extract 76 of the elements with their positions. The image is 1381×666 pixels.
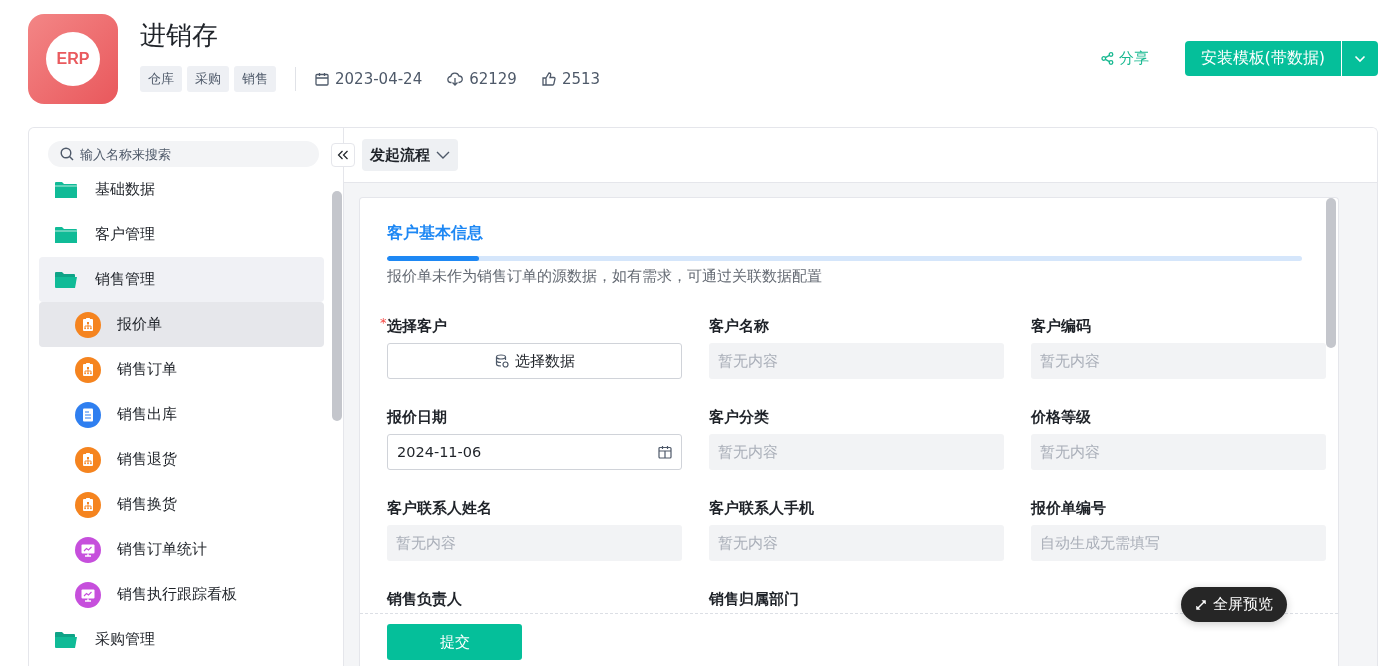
select-data-button[interactable]: 选择数据 — [387, 343, 682, 379]
folder-label: 销售管理 — [95, 270, 155, 289]
share-icon — [1100, 52, 1114, 65]
date-field[interactable]: 2024-11-06 — [387, 434, 682, 470]
readonly-field: 暂无内容 — [709, 434, 1004, 470]
search-field[interactable]: 输入名称来搜索 — [48, 141, 319, 167]
thumbs-up-icon — [541, 72, 556, 86]
collapse-sidebar-button[interactable] — [331, 143, 355, 167]
folder-item[interactable]: 销售管理 — [39, 257, 324, 302]
category-tag: 销售 — [234, 66, 276, 92]
open-folder-icon — [55, 630, 77, 649]
fullscreen-preview-button[interactable]: 全屏预览 — [1181, 587, 1287, 622]
menu-item[interactable]: 报价单 — [39, 302, 324, 347]
field-label: 报价日期 — [387, 408, 447, 426]
field-label: 客户联系人手机 — [709, 499, 814, 517]
menu-item[interactable]: 销售订单 — [39, 347, 324, 392]
field-label: 客户联系人姓名 — [387, 499, 492, 517]
chevron-down-icon — [1354, 54, 1366, 63]
logo-text: ERP — [46, 32, 100, 86]
menu-label: 销售订单 — [117, 360, 177, 379]
field-label: 客户编码 — [1031, 317, 1091, 335]
menu-item[interactable]: 销售执行跟踪看板 — [39, 572, 324, 617]
readonly-field: 暂无内容 — [709, 525, 1004, 561]
folder-label: 采购管理 — [95, 630, 155, 649]
start-process-button[interactable]: 发起流程 — [362, 139, 458, 171]
menu-item[interactable]: 销售换货 — [39, 482, 324, 527]
folder-item[interactable]: 客户管理 — [39, 212, 324, 257]
date-value: 2024-11-06 — [397, 444, 482, 460]
field-label: 销售归属部门 — [709, 590, 799, 608]
double-chevron-left-icon — [337, 150, 349, 160]
menu-label: 销售执行跟踪看板 — [117, 585, 237, 604]
readonly-field: 暂无内容 — [387, 525, 682, 561]
menu-label: 销售换货 — [117, 495, 177, 514]
section-description: 报价单未作为销售订单的源数据，如有需求，可通过关联数据配置 — [387, 267, 823, 286]
publish-date: 2023-04-24 — [335, 70, 423, 88]
readonly-field: 暂无内容 — [1031, 434, 1326, 470]
calendar-icon — [315, 72, 329, 86]
category-tag: 采购 — [187, 66, 229, 92]
scrollbar-thumb[interactable] — [1326, 198, 1336, 348]
folder-label: 客户管理 — [95, 225, 155, 244]
field-label: 选择客户 — [387, 317, 447, 335]
category-tag: 仓库 — [140, 66, 182, 92]
chevron-down-icon — [436, 151, 450, 159]
readonly-field: 暂无内容 — [1031, 343, 1326, 379]
folder-item[interactable]: 采购管理 — [39, 617, 324, 662]
cloud-download-icon — [447, 72, 464, 86]
download-count: 62129 — [469, 70, 517, 88]
folder-icon — [55, 180, 77, 199]
menu-label: 销售订单统计 — [117, 540, 207, 559]
search-icon — [60, 147, 74, 161]
section-tab[interactable]: 客户基本信息 — [387, 222, 1302, 244]
like-count: 2513 — [561, 70, 601, 88]
readonly-field: 暂无内容 — [709, 343, 1004, 379]
field-label: 销售负责人 — [387, 590, 462, 608]
folder-icon — [55, 225, 77, 244]
database-icon — [494, 354, 509, 368]
app-title: 进销存 — [140, 19, 219, 52]
readonly-field: 自动生成无需填写 — [1031, 525, 1326, 561]
menu-item[interactable]: 销售退货 — [39, 437, 324, 482]
menu-item[interactable]: 销售出库 — [39, 392, 324, 437]
folder-label: 基础数据 — [95, 180, 155, 199]
expand-icon — [1195, 598, 1207, 611]
menu-item[interactable]: 销售订单统计 — [39, 527, 324, 572]
field-label: 客户名称 — [709, 317, 769, 335]
folder-item[interactable]: 基础数据 — [39, 167, 324, 212]
field-label: 客户分类 — [709, 408, 769, 426]
field-label: 价格等级 — [1031, 408, 1091, 426]
field-label: 报价单编号 — [1031, 499, 1106, 517]
scrollbar-thumb[interactable] — [332, 191, 342, 421]
calendar-icon — [658, 445, 672, 459]
open-folder-icon — [55, 270, 77, 289]
install-options-button[interactable] — [1341, 41, 1378, 76]
menu-label: 报价单 — [117, 315, 162, 334]
required-asterisk: * — [380, 314, 387, 332]
menu-label: 销售出库 — [117, 405, 177, 424]
menu-label: 销售退货 — [117, 450, 177, 469]
